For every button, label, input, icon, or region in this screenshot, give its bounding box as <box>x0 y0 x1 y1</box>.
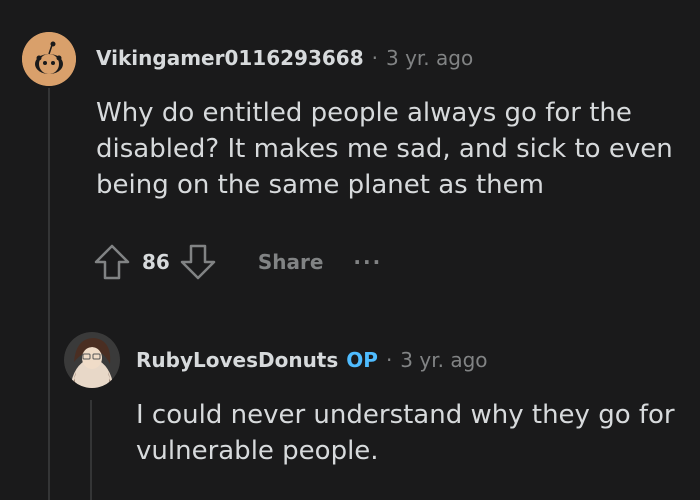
avatar[interactable] <box>22 32 76 86</box>
thread-line-1[interactable] <box>48 88 50 500</box>
downvote-icon[interactable] <box>178 242 218 282</box>
comment-meta: RubyLovesDonuts OP · 3 yr. ago <box>136 348 488 372</box>
separator-dot: · <box>371 46 378 70</box>
reddit-snoo-icon <box>22 32 76 86</box>
anime-character-icon <box>64 332 120 388</box>
username[interactable]: RubyLovesDonuts <box>136 348 338 372</box>
comment-body: Why do entitled people always go for the… <box>96 98 673 200</box>
comment-body: I could never understand why they go for… <box>136 400 675 466</box>
upvote-icon[interactable] <box>92 242 132 282</box>
more-options-button[interactable]: ··· <box>353 250 382 274</box>
avatar[interactable] <box>64 332 120 388</box>
vote-count: 86 <box>142 250 170 274</box>
op-badge: OP <box>346 348 378 372</box>
comment-meta: Vikingamer0116293668 · 3 yr. ago <box>96 46 473 70</box>
timestamp[interactable]: 3 yr. ago <box>386 46 473 70</box>
timestamp[interactable]: 3 yr. ago <box>400 348 487 372</box>
separator-dot: · <box>385 348 393 372</box>
username[interactable]: Vikingamer0116293668 <box>96 46 364 70</box>
thread-line-2[interactable] <box>90 400 92 500</box>
share-button[interactable]: Share <box>258 250 324 274</box>
comment-actions: 86 Share ··· <box>92 242 382 282</box>
